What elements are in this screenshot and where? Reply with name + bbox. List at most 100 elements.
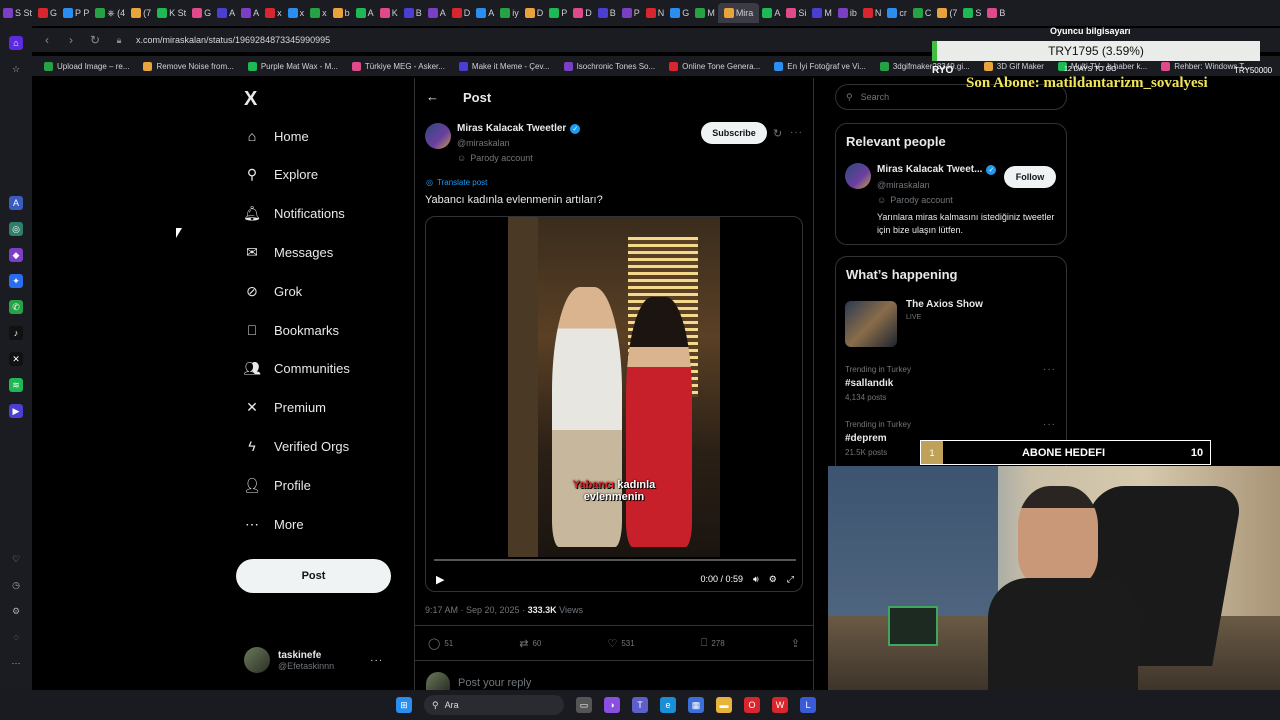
video-settings-icon[interactable]: ⚙ [769, 574, 777, 585]
heart-icon[interactable]: ♡ [9, 552, 23, 566]
browser-tab[interactable]: A [473, 3, 497, 23]
nav-item-profile[interactable]: 👤︎ Profile [243, 477, 311, 493]
nav-item-messages[interactable]: ✉ Messages [244, 244, 333, 260]
reply-button[interactable]: ◯ 51 [428, 637, 453, 650]
forward-arrow-icon[interactable]: › [64, 33, 78, 47]
browser-tab[interactable]: iy [497, 3, 522, 23]
nav-item-verified-orgs[interactable]: ϟ Verified Orgs [244, 438, 349, 454]
bookmark-item[interactable]: Make it Meme - Çev... [458, 61, 550, 71]
browser-tab[interactable]: A [214, 3, 238, 23]
person-avatar[interactable] [845, 163, 871, 189]
author-handle[interactable]: @miraskalan [457, 138, 510, 148]
post-timestamp[interactable]: 9:17 AM · Sep 20, 2025 · [425, 605, 528, 615]
browser-tab[interactable]: M [692, 3, 718, 23]
browser-tab[interactable]: A [759, 3, 783, 23]
chatgpt-icon[interactable]: ◎ [9, 222, 23, 236]
show-thumbnail[interactable] [845, 301, 897, 347]
browser-tab[interactable]: D [449, 3, 474, 23]
browser-tab[interactable]: x [285, 3, 308, 23]
star-icon[interactable]: ☆ [9, 62, 23, 76]
reload-icon[interactable]: ↻ [88, 33, 102, 47]
subscribe-button[interactable]: Subscribe [701, 122, 767, 144]
browser-tab[interactable]: x [262, 3, 285, 23]
tiktok-icon[interactable]: ♪ [9, 326, 23, 340]
x-icon[interactable]: ✕ [9, 352, 23, 366]
browser-tab[interactable]: S [960, 3, 984, 23]
play-icon[interactable]: ▶ [436, 573, 444, 586]
taskbar-search[interactable]: ⚲ Ara [424, 695, 564, 715]
video-player[interactable]: Yabancı kadınla evlenmenin ▶ 0:00 / 0:59… [425, 216, 803, 592]
post-more-icon[interactable]: ··· [790, 127, 803, 138]
copilot-icon[interactable]: ◑ [604, 697, 620, 713]
browser-tab[interactable]: D [522, 3, 547, 23]
browser-tab[interactable]: B [595, 3, 619, 23]
opera-taskbar-icon[interactable]: O [744, 697, 760, 713]
messenger-icon[interactable]: ✦ [9, 274, 23, 288]
nav-item-explore[interactable]: ⚲ Explore [244, 166, 318, 183]
share-button[interactable]: ⇪ [791, 637, 800, 650]
show-title[interactable]: The Axios Show [906, 299, 983, 310]
store-icon[interactable]: ▦ [688, 697, 704, 713]
bulb-icon[interactable]: ◌ [9, 630, 23, 644]
opera-home-icon[interactable]: ⌂ [9, 36, 23, 50]
volume-icon[interactable]: 🔊︎ [753, 574, 759, 585]
history-icon[interactable]: ◷ [9, 578, 23, 592]
bookmark-item[interactable]: En İyi Fotoğraf ve Vi... [774, 61, 866, 71]
author-avatar[interactable] [425, 123, 451, 149]
fullscreen-icon[interactable]: ⤢ [787, 574, 794, 585]
browser-tab[interactable]: ⎈ (4 [92, 3, 128, 23]
browser-tab[interactable]: G [667, 3, 692, 23]
browser-tab[interactable]: A [238, 3, 262, 23]
nav-item-premium[interactable]: ✕ Premium [244, 399, 326, 416]
aria-icon[interactable]: A [9, 196, 23, 210]
reply-input[interactable]: Post your reply [458, 677, 688, 690]
nav-item-communities[interactable]: 👥︎ Communities [243, 360, 350, 377]
x-logo-icon[interactable]: X [244, 88, 257, 111]
repost-button[interactable]: ⇄ 60 [519, 637, 541, 650]
browser-tab[interactable]: P P [60, 3, 92, 23]
bookmark-item[interactable]: Isochronic Tones So... [563, 61, 655, 71]
trend-more-icon[interactable]: ··· [1043, 419, 1056, 430]
grok-icon[interactable]: ↻ [773, 127, 782, 140]
bookmark-item[interactable]: Remove Noise from... [143, 61, 234, 71]
browser-tab[interactable]: N [860, 3, 885, 23]
browser-tab[interactable]: N [643, 3, 668, 23]
browser-tab[interactable]: B [401, 3, 425, 23]
edge-icon[interactable]: e [660, 697, 676, 713]
teams-icon[interactable]: T [632, 697, 648, 713]
bookmark-item[interactable]: Upload Image – re... [44, 61, 129, 71]
like-button[interactable]: ♡ 531 [607, 637, 634, 650]
wps-icon[interactable]: W [772, 697, 788, 713]
browser-tab[interactable]: A [425, 3, 449, 23]
launcher-icon[interactable]: L [800, 697, 816, 713]
browser-tab[interactable]: S St [0, 3, 35, 23]
browser-tab[interactable]: M [809, 3, 835, 23]
file-explorer-icon[interactable]: ▬ [716, 697, 732, 713]
browser-tab[interactable]: G [189, 3, 214, 23]
settings-icon[interactable]: ⚙ [9, 604, 23, 618]
back-arrow-icon[interactable]: ‹ [40, 33, 54, 47]
author-name[interactable]: Miras Kalacak Tweetler [457, 123, 566, 134]
browser-tab[interactable]: Si [783, 3, 809, 23]
nav-item-home[interactable]: ⌂ Home [244, 128, 309, 144]
browser-tab[interactable]: cr [884, 3, 910, 23]
browser-tab[interactable]: x [307, 3, 330, 23]
browser-tab[interactable]: D [570, 3, 595, 23]
trend-name[interactable]: #sallandık [845, 378, 893, 389]
person-name[interactable]: Miras Kalacak Tweet... [877, 164, 982, 175]
extension-icon[interactable]: ◆ [9, 248, 23, 262]
browser-tab[interactable]: P [619, 3, 643, 23]
bookmark-item[interactable]: 3dgifmaker28349.gi... [879, 61, 970, 71]
browser-tab[interactable]: Mira [717, 3, 760, 23]
browser-tab[interactable]: P [546, 3, 570, 23]
bookmark-item[interactable]: Purple Mat Wax - M... [247, 61, 338, 71]
url-field[interactable]: x.com/miraskalan/status/1969284873345990… [136, 35, 330, 45]
browser-tab[interactable]: B [984, 3, 1008, 23]
account-switcher[interactable]: taskinefe @Efetaskinnn ··· [244, 643, 404, 677]
task-view-icon[interactable]: ▭ [576, 697, 592, 713]
windows-start-icon[interactable]: ⊞ [396, 697, 412, 713]
browser-tab[interactable]: C [910, 3, 935, 23]
spotify-icon[interactable]: ≋ [9, 378, 23, 392]
browser-tab[interactable]: ib [835, 3, 860, 23]
translate-link[interactable]: Translate post [437, 178, 487, 187]
